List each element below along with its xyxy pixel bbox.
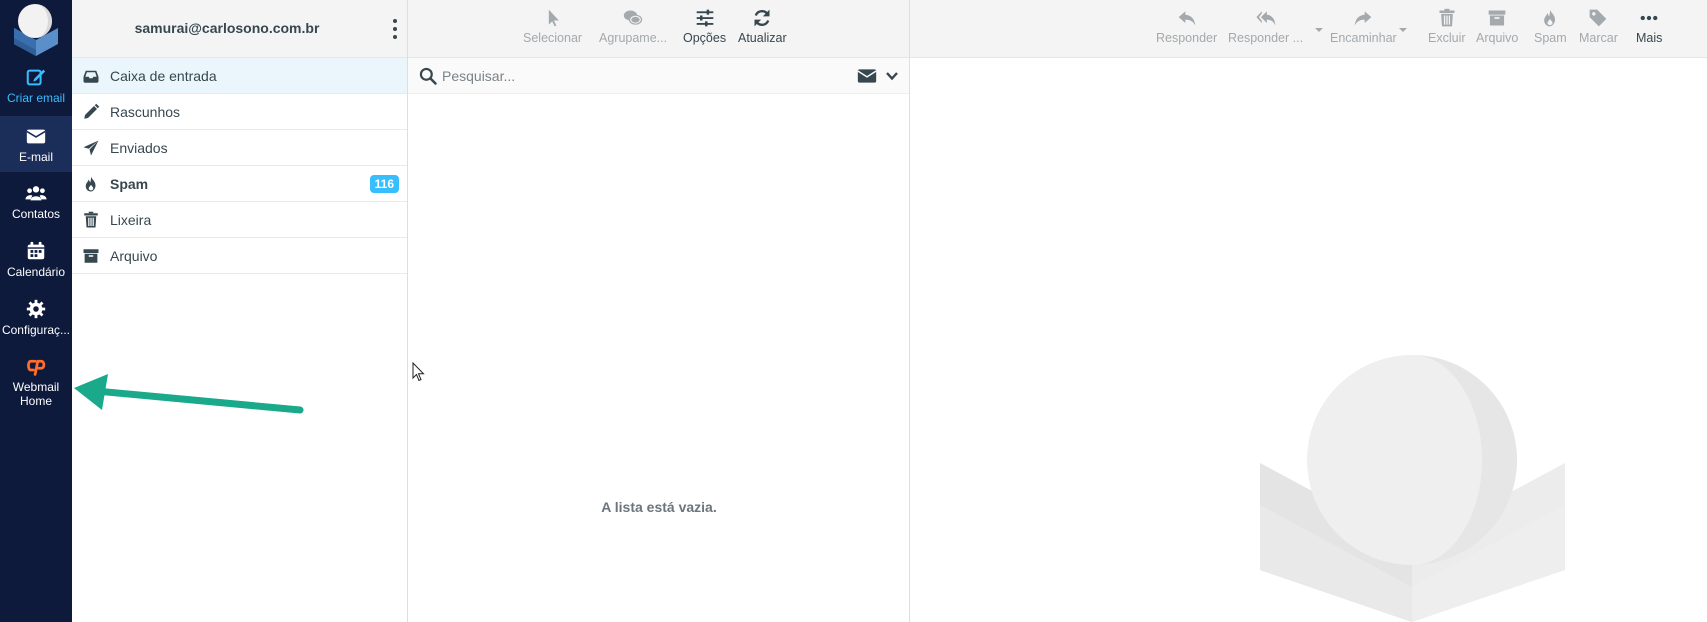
envelope-icon[interactable] (857, 67, 877, 85)
nav-item-settings[interactable]: Configuraç... (0, 298, 72, 344)
delete-button[interactable]: Excluir (1428, 8, 1466, 45)
pencil-icon (84, 103, 100, 119)
archive-icon (1488, 10, 1506, 26)
archive-icon (83, 248, 99, 263)
delete-label: Excluir (1428, 31, 1466, 45)
roundcube-watermark-logo (1260, 355, 1565, 622)
calendar-icon (27, 241, 45, 260)
group-label: Agrupame... (599, 31, 668, 45)
message-toolbar: Responder Responder ... Encaminhar Exclu… (910, 0, 1707, 58)
folder-drafts[interactable]: Rascunhos (72, 94, 407, 130)
reply-button[interactable]: Responder (1156, 8, 1217, 45)
list-toolbar: Selecionar Agrupame... Opções Atualizar (408, 0, 909, 58)
spam-button[interactable]: Spam (1534, 8, 1567, 45)
mouse-cursor-icon (412, 362, 425, 382)
pointer-icon (548, 9, 559, 27)
reply-icon (1178, 11, 1195, 26)
archive-label: Arquivo (1476, 31, 1519, 45)
archive-button[interactable]: Arquivo (1476, 8, 1518, 45)
refresh-icon (754, 9, 770, 27)
options-label: Opções (683, 31, 727, 45)
nav-item-calendar[interactable]: Calendário (0, 240, 72, 286)
options-button[interactable]: Opções (683, 8, 726, 45)
mark-button[interactable]: Marcar (1579, 8, 1618, 45)
account-email: samurai@carlosono.com.br (134, 20, 320, 36)
forward-button[interactable]: Encaminhar (1330, 8, 1397, 45)
reply-label: Responder (1156, 31, 1218, 45)
nav-contacts-label: Contatos (11, 207, 61, 221)
inbox-icon (83, 70, 99, 83)
nav-email-label: E-mail (18, 150, 53, 164)
sliders-icon (696, 9, 713, 27)
compose-label: Criar email (6, 91, 65, 105)
annotation-arrow-icon (74, 374, 304, 414)
mark-label: Marcar (1579, 31, 1618, 45)
spam-label: Spam (1534, 31, 1567, 45)
folder-label: Spam (110, 175, 149, 192)
search-bar (408, 58, 909, 94)
folder-label: Enviados (110, 139, 168, 156)
nav-webmail-home-label: Webmail Home (12, 380, 60, 408)
select-button[interactable]: Selecionar (523, 8, 582, 45)
forward-label: Encaminhar (1330, 31, 1397, 45)
select-label: Selecionar (523, 31, 583, 45)
edit-icon (26, 69, 46, 86)
ellipsis-icon (1640, 15, 1658, 21)
folder-inbox[interactable]: Caixa de entrada (72, 58, 407, 94)
roundcube-logo[interactable] (0, 0, 72, 60)
folder-spam[interactable]: Spam 116 (72, 166, 407, 202)
message-list-panel: Selecionar Agrupame... Opções Atualizar … (408, 0, 910, 622)
more-button[interactable]: Mais (1636, 8, 1662, 45)
folder-list-panel: samurai@carlosono.com.br Caixa de entrad… (72, 0, 408, 622)
account-menu-icon[interactable] (391, 19, 399, 39)
reply-all-label: Responder ... (1228, 31, 1304, 45)
paper-plane-icon (83, 140, 99, 155)
refresh-button[interactable]: Atualizar (738, 8, 787, 45)
search-input[interactable] (442, 64, 772, 88)
search-icon[interactable] (418, 66, 438, 86)
nav-settings-label: Configuraç... (1, 323, 71, 337)
cpanel-icon (27, 359, 46, 376)
fire-icon (85, 176, 96, 191)
trash-icon (1439, 8, 1455, 27)
refresh-label: Atualizar (738, 31, 787, 45)
main-nav: Criar email E-mail Contatos Calendário C… (0, 0, 72, 622)
unread-count-badge: 116 (369, 175, 399, 193)
folder-archive[interactable]: Arquivo (72, 238, 407, 274)
account-header: samurai@carlosono.com.br (72, 0, 407, 58)
comments-icon (623, 10, 643, 25)
reply-all-icon (1255, 11, 1276, 26)
forward-dropdown-icon[interactable] (1398, 26, 1408, 34)
nav-item-email[interactable]: E-mail (0, 116, 72, 172)
tag-icon (1590, 9, 1607, 27)
folder-label: Lixeira (110, 211, 152, 228)
group-button[interactable]: Agrupame... (599, 8, 667, 45)
fire-icon (1544, 9, 1556, 27)
folder-sent[interactable]: Enviados (72, 130, 407, 166)
folder-trash[interactable]: Lixeira (72, 202, 407, 238)
forward-icon (1355, 11, 1372, 26)
chevron-down-icon[interactable] (885, 69, 899, 83)
users-icon (25, 186, 47, 201)
empty-list-message: A lista está vazia. (601, 499, 717, 515)
reply-all-dropdown-icon[interactable] (1314, 26, 1324, 34)
compose-button[interactable]: Criar email (0, 66, 72, 110)
trash-icon (84, 211, 98, 227)
nav-item-webmail-home[interactable]: Webmail Home (0, 356, 72, 408)
webmail-app: Criar email E-mail Contatos Calendário C… (0, 0, 1707, 622)
reply-all-button[interactable]: Responder ... (1228, 8, 1303, 45)
envelope-icon (26, 129, 46, 144)
folder-label: Rascunhos (110, 103, 181, 120)
folder-label: Arquivo (110, 247, 158, 264)
gear-icon (26, 299, 46, 319)
nav-item-contacts[interactable]: Contatos (0, 182, 72, 228)
folder-label: Caixa de entrada (110, 67, 217, 84)
more-label: Mais (1636, 31, 1663, 45)
nav-calendar-label: Calendário (6, 265, 66, 279)
